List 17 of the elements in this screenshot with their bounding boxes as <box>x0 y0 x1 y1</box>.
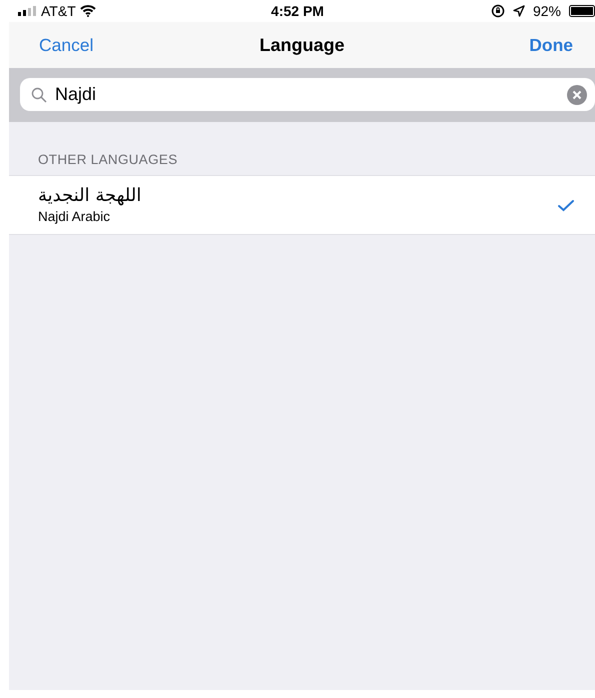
section-header: OTHER LANGUAGES <box>38 152 178 167</box>
location-arrow-icon <box>512 5 525 17</box>
clear-icon[interactable] <box>567 84 587 104</box>
search-field[interactable]: Najdi <box>20 78 595 111</box>
native-language-name: اللهجة النجدية <box>38 184 142 208</box>
nav-title: Language <box>259 34 344 54</box>
done-button[interactable]: Done <box>521 32 581 58</box>
battery-icon <box>569 5 595 17</box>
battery-percent: 92% <box>532 3 561 19</box>
search-icon <box>31 86 47 102</box>
cancel-button[interactable]: Cancel <box>31 32 102 58</box>
wifi-icon <box>80 5 96 17</box>
clock-time: 4:52 PM <box>271 3 324 19</box>
language-name: Najdi Arabic <box>38 208 110 226</box>
rotation-lock-icon <box>490 4 505 18</box>
carrier-name: AT&T <box>41 3 76 19</box>
signal-icon <box>18 6 37 16</box>
